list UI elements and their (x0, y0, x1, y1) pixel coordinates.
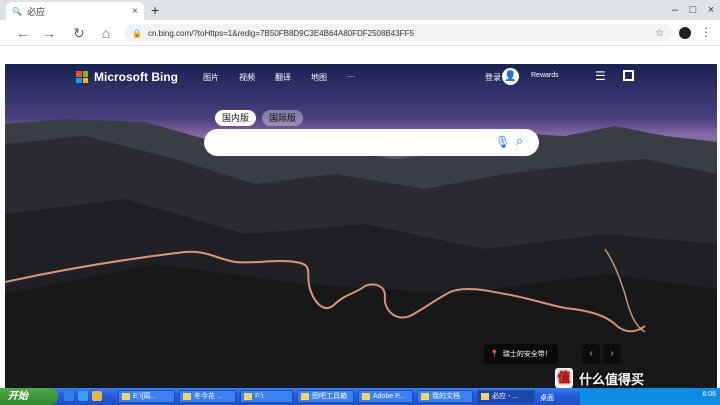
clock: 6:06 (702, 391, 716, 398)
image-caption: 瑞士的安全带！ (502, 351, 552, 358)
close-window-icon[interactable]: × (702, 0, 720, 20)
menu-icon[interactable]: ⋮ (700, 24, 712, 40)
start-button[interactable]: 开始 (0, 388, 58, 405)
taskbar-item[interactable]: 图吧工具箱 (297, 390, 354, 403)
bing-logo[interactable]: Microsoft Bing (76, 70, 178, 84)
scope-china[interactable]: 国内版 (215, 110, 257, 126)
taskbar: 开始 E:\[周... 冬今花 ... F:\ 图吧工具箱 Adobe P...… (0, 388, 720, 405)
brand-name: Microsoft Bing (94, 70, 178, 84)
image-info-bar[interactable]: 📍 瑞士的安全带！ (484, 344, 558, 364)
close-icon[interactable]: × (132, 6, 138, 17)
taskbar-item[interactable]: Adobe P... (358, 390, 413, 403)
ie-icon[interactable] (64, 391, 74, 401)
browser-toolbar: ← → ↻ ⌂ 🔒 cn.bing.com/?toHttps=1&redig=7… (0, 20, 720, 46)
signin-link[interactable]: 登录 (485, 72, 501, 83)
profile-icon[interactable] (679, 27, 691, 39)
forward-icon[interactable]: → (40, 24, 58, 42)
tab-bing[interactable]: 🔍 必应 × (6, 2, 144, 20)
taskbar-item-active[interactable]: 必应 - ... (477, 390, 535, 403)
minimize-icon[interactable]: – (666, 0, 684, 20)
maximize-icon[interactable]: □ (684, 0, 702, 20)
microsoft-logo-icon (76, 71, 88, 83)
folder-icon[interactable] (92, 391, 102, 401)
qr-code-icon[interactable] (623, 70, 634, 81)
address-bar[interactable]: 🔒 cn.bing.com/?toHttps=1&redig=7B50FB8D9… (124, 24, 672, 42)
watermark-badge: 值 (555, 368, 573, 388)
reload-icon[interactable]: ↻ (70, 24, 88, 42)
nav-more[interactable]: ··· (347, 72, 355, 83)
watermark-text: 什么值得买 (579, 371, 645, 387)
rewards-link[interactable]: Rewards (531, 72, 559, 79)
lock-icon: 🔒 (132, 28, 142, 38)
nav-videos[interactable]: 视频 (239, 72, 255, 83)
next-image-icon[interactable]: › (603, 344, 621, 364)
taskbar-item[interactable]: 冬今花 ... (179, 390, 236, 403)
back-icon[interactable]: ← (14, 24, 32, 42)
background-photo (5, 64, 717, 388)
microphone-icon[interactable]: 🎙 (495, 135, 510, 149)
window-controls: – □ × (666, 0, 720, 20)
desktop-toolbar-label[interactable]: 桌面 (540, 393, 554, 403)
prev-image-icon[interactable]: ‹ (582, 344, 600, 364)
watermark: 值 什么值得买 (555, 366, 644, 390)
tab-strip: 🔍 必应 × + – □ × (0, 0, 720, 20)
nav-images[interactable]: 图片 (203, 72, 219, 83)
home-icon[interactable]: ⌂ (97, 24, 115, 42)
new-tab-button[interactable]: + (151, 3, 159, 17)
taskbar-item[interactable]: 我的文档 (417, 390, 473, 403)
nav-maps[interactable]: 地图 (311, 72, 327, 83)
bing-homepage: Microsoft Bing 图片 视频 翻译 地图 ··· 登录 👤 Rewa… (5, 64, 717, 388)
star-icon[interactable]: ☆ (655, 28, 664, 39)
tab-title: 必应 (26, 6, 45, 17)
taskbar-item[interactable]: E:\[周... (118, 390, 175, 403)
scope-international[interactable]: 国际版 (262, 110, 304, 126)
hamburger-menu-icon[interactable]: ☰ (595, 69, 606, 83)
search-icon: 🔍 (12, 6, 22, 16)
browser-window: 🔍 必应 × + – □ × ← → ↻ ⌂ 🔒 cn.bing.com/?to… (0, 0, 720, 388)
system-tray: 6:06 (580, 388, 720, 405)
search-input[interactable] (204, 129, 539, 156)
nav-translate[interactable]: 翻译 (275, 72, 291, 83)
location-pin-icon: 📍 (490, 351, 499, 358)
avatar-icon[interactable]: 👤 (502, 68, 519, 85)
top-nav: 图片 视频 翻译 地图 ··· (203, 72, 355, 83)
search-icon[interactable]: ⌕ (516, 133, 523, 149)
desktop-icon[interactable] (78, 391, 88, 401)
taskbar-item[interactable]: F:\ (240, 390, 293, 403)
url-text: cn.bing.com/?toHttps=1&redig=7B50FB8D9C3… (147, 28, 414, 38)
